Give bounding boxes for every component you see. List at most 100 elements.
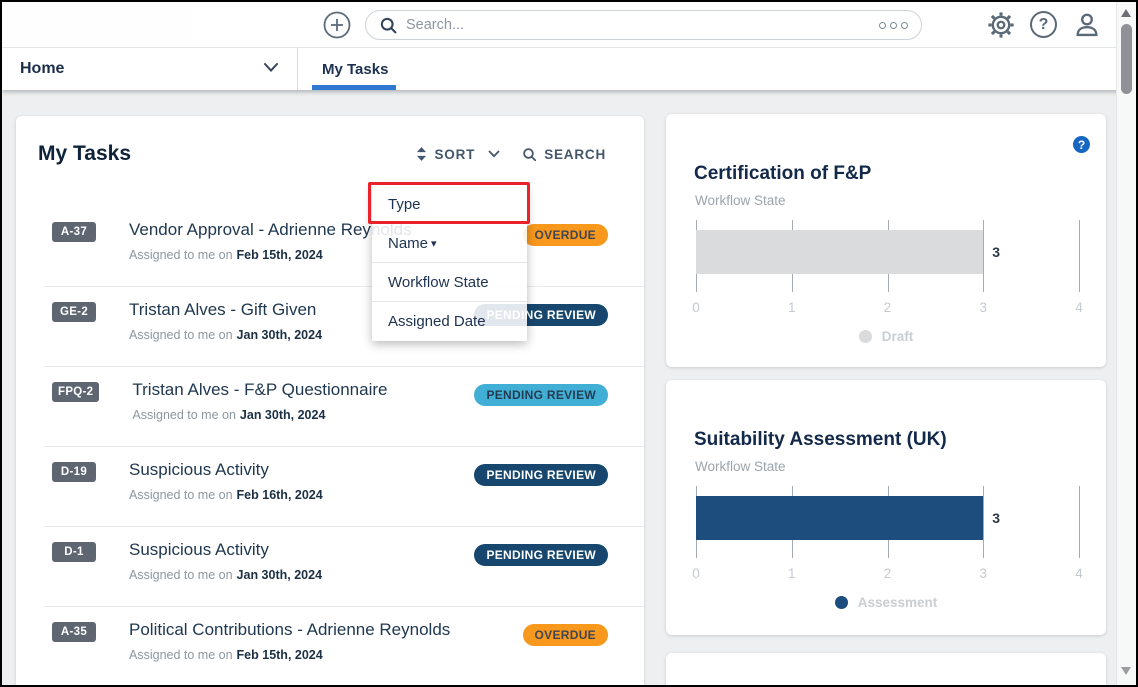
gridline [1079,486,1080,558]
global-search-bar[interactable] [365,10,922,40]
dot-icon [879,22,886,29]
person-icon [1073,11,1101,39]
task-assigned-line: Assigned to me onFeb 15th, 2024 [129,648,450,662]
chart-subtitle: Workflow State [695,459,786,474]
tick-label: 0 [692,300,700,315]
add-button[interactable] [323,11,351,39]
search-tasks-button[interactable]: SEARCH [522,147,606,162]
profile-button[interactable] [1073,11,1101,39]
task-row[interactable]: GE-2 Tristan Alves - Gift Given Assigned… [16,286,644,366]
scrollbar-thumb[interactable] [1121,24,1132,94]
app-window: ? Home My Tasks My Tasks [0,0,1138,687]
bar-chart-plot: 3 [696,486,1079,558]
search-label: SEARCH [544,147,606,162]
task-main: Suspicious Activity Assigned to me onFeb… [129,460,323,502]
question-glyph: ? [1039,16,1049,34]
task-title: Tristan Alves - F&P Questionnaire [132,380,387,400]
search-input[interactable] [406,17,871,33]
search-icon [522,147,537,162]
logo-area [10,8,190,42]
legend-item-assessment[interactable]: Assessment [666,595,1106,610]
tick-label: 0 [692,566,700,581]
task-title: Vendor Approval - Adrienne Reynolds [129,220,412,240]
tab-label: My Tasks [322,61,388,78]
gear-icon [987,11,1015,39]
task-title: Political Contributions - Adrienne Reyno… [129,620,450,640]
task-list: A-37 Vendor Approval - Adrienne Reynolds… [16,206,644,686]
scroll-up-arrow-icon[interactable] [1121,9,1131,17]
tick-label: 2 [884,300,892,315]
chart-subtitle: Workflow State [695,193,786,208]
legend-dot-icon [859,330,872,343]
legend-label: Draft [882,329,914,344]
task-assigned-line: Assigned to me onJan 30th, 2024 [129,568,322,582]
gridline [1079,220,1080,292]
task-title: Suspicious Activity [129,540,322,560]
active-tab-underline [312,85,396,90]
chart-card-certification: ? Certification of F&P Workflow State 3 … [666,114,1106,367]
my-tasks-header: My Tasks SORT S [16,116,644,166]
sort-button[interactable]: SORT [416,147,500,162]
x-axis: 0 1 2 3 4 [696,300,1079,316]
home-dropdown[interactable]: Home [2,48,298,90]
assigned-date: Feb 15th, 2024 [237,248,323,262]
tick-label: 4 [1075,566,1083,581]
top-bar: ? [2,2,1136,48]
task-title: Tristan Alves - Gift Given [129,300,322,320]
chart-card-suitability: Suitability Assessment (UK) Workflow Sta… [666,380,1106,635]
chart-help-button[interactable]: ? [1073,136,1090,153]
sort-option-label: Workflow State [388,274,489,291]
vertical-scrollbar[interactable] [1116,2,1136,685]
chevron-down-icon [263,60,279,78]
sort-direction-icon: ▾ [431,237,437,250]
chart-bar-draft: 3 [696,230,983,274]
chart-title: Suitability Assessment (UK) [694,429,947,451]
search-icon [379,16,398,35]
assigned-prefix: Assigned to me on [129,248,233,262]
assigned-date: Jan 30th, 2024 [237,568,322,582]
sort-option-name[interactable]: Name ▾ [372,224,527,263]
chart-bar-assessment: 3 [696,496,983,540]
sort-option-workflow-state[interactable]: Workflow State [372,263,527,302]
sort-option-label: Assigned Date [388,313,486,330]
tick-label: 1 [788,300,796,315]
chart-card-partial [666,653,1106,687]
bar-value-label: 3 [992,244,1000,260]
task-row[interactable]: FPQ-2 Tristan Alves - F&P Questionnaire … [16,366,644,446]
task-row[interactable]: D-1 Suspicious Activity Assigned to me o… [16,526,644,606]
assigned-prefix: Assigned to me on [132,408,236,422]
tick-label: 3 [979,566,987,581]
question-glyph: ? [1078,138,1085,152]
settings-button[interactable] [987,11,1015,39]
tab-my-tasks[interactable]: My Tasks [310,48,400,90]
sort-option-assigned-date[interactable]: Assigned Date [372,302,527,341]
status-badge: OVERDUE [523,224,608,246]
sort-label: SORT [434,147,475,162]
search-options-button[interactable] [879,22,908,29]
gridline [983,486,984,558]
task-row[interactable]: A-35 Political Contributions - Adrienne … [16,606,644,686]
task-row[interactable]: D-19 Suspicious Activity Assigned to me … [16,446,644,526]
gridline [983,220,984,292]
task-main: Suspicious Activity Assigned to me onJan… [129,540,322,582]
task-id-badge: A-37 [52,222,96,242]
task-main: Tristan Alves - Gift Given Assigned to m… [129,300,322,342]
help-button[interactable]: ? [1030,11,1058,39]
scroll-down-arrow-icon[interactable] [1121,667,1131,675]
bar-value-label: 3 [992,510,1000,526]
task-assigned-line: Assigned to me onJan 30th, 2024 [132,408,387,422]
assigned-date: Jan 30th, 2024 [237,328,322,342]
task-main: Tristan Alves - F&P Questionnaire Assign… [132,380,387,422]
assigned-prefix: Assigned to me on [129,488,233,502]
task-row[interactable]: A-37 Vendor Approval - Adrienne Reynolds… [16,206,644,286]
task-id-badge: D-1 [52,542,96,562]
plus-circle-icon [323,11,351,39]
legend-item-draft[interactable]: Draft [666,329,1106,344]
sort-option-type[interactable]: Type [372,185,527,224]
tick-label: 3 [979,300,987,315]
tick-label: 2 [884,566,892,581]
list-controls: SORT SEARCH [416,147,606,162]
tick-label: 1 [788,566,796,581]
question-circle-icon: ? [1030,11,1057,38]
task-id-badge: FPQ-2 [52,382,99,402]
